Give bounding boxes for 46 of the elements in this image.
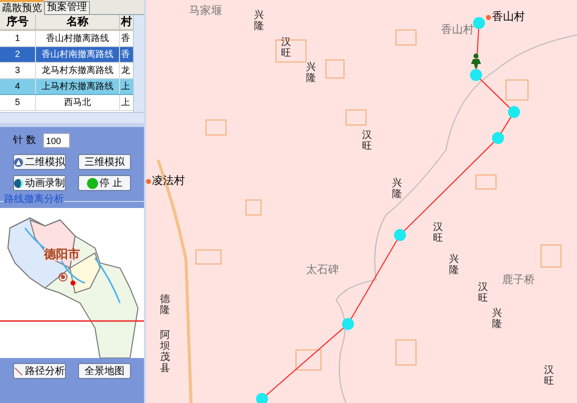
area-label: 香山村 (441, 22, 474, 38)
table-row[interactable]: 2 香山村南撤离路线 香 (0, 47, 133, 63)
table-cell: 龙马村东撤离路线 (36, 63, 120, 78)
area-label: 鹿子桥 (502, 272, 535, 288)
action-button[interactable]: 三维模拟 (78, 154, 131, 170)
road-label: 兴隆 (492, 308, 502, 330)
table-row[interactable]: 3 龙马村东撤离路线 龙 (0, 63, 133, 79)
road-label: 汉旺 (544, 365, 554, 387)
table-cell: 4 (0, 79, 36, 94)
city-label: 德阳市 (44, 248, 80, 261)
table-row[interactable]: 1 香山村撤离路线 香 (0, 31, 133, 47)
area-label: 马家堰 (189, 4, 222, 19)
table-row[interactable]: 4 上马村东撤离路线 上 (0, 79, 133, 95)
map-canvas[interactable]: 马家堰 香山村 香山村 凌法村 太石碑 鹿子桥 兴隆 汉旺 兴隆 汉旺 兴隆 汉旺 兴隆 汉旺 兴隆 汉旺 德隆 阿坝茂县 (146, 0, 577, 403)
table-cell: 香山村南撤离路线 (36, 47, 120, 62)
action-button[interactable]: 二维模拟 (13, 154, 66, 170)
tab[interactable]: 预案管理 (44, 1, 90, 15)
road-label: 兴隆 (254, 10, 264, 32)
road-label: 兴隆 (306, 62, 316, 84)
action-button[interactable]: 路径分析 (13, 363, 66, 379)
road-label: 汉旺 (281, 37, 291, 59)
road-label: 阿坝茂县 (160, 330, 170, 374)
needle-count-label: 针 数 (13, 134, 37, 148)
table-cell: 1 (0, 31, 36, 46)
needle-count-field[interactable]: 100 (43, 133, 70, 148)
road-label: 兴隆 (392, 178, 402, 200)
road-label: 兴隆 (449, 254, 459, 276)
table-cell: 5 (0, 95, 36, 110)
table-cell: 西马北 (36, 95, 120, 110)
table-cell: 2 (0, 47, 36, 62)
table-cell: 香山村撤离路线 (36, 31, 120, 46)
road-label: 德隆 (160, 294, 170, 316)
table-row[interactable]: 5 西马北 上 (0, 95, 133, 111)
village-label: 香山村 (492, 10, 525, 25)
table-cell: 3 (0, 63, 36, 78)
action-button[interactable]: 停 止 (78, 175, 131, 191)
area-label: 太石碑 (306, 263, 339, 278)
table-cell: 上马村东撤离路线 (36, 79, 120, 94)
action-button[interactable]: 动画录制 (13, 175, 66, 191)
road-label: 汉旺 (362, 130, 372, 152)
group-title: 路线撤离分析 (4, 194, 64, 205)
tab[interactable]: 疏散预览 (0, 0, 44, 15)
action-button[interactable]: 全景地图 (78, 363, 131, 379)
road-label: 汉旺 (433, 222, 443, 244)
village-label: 凌法村 (152, 174, 185, 189)
road-label: 汉旺 (478, 282, 488, 304)
